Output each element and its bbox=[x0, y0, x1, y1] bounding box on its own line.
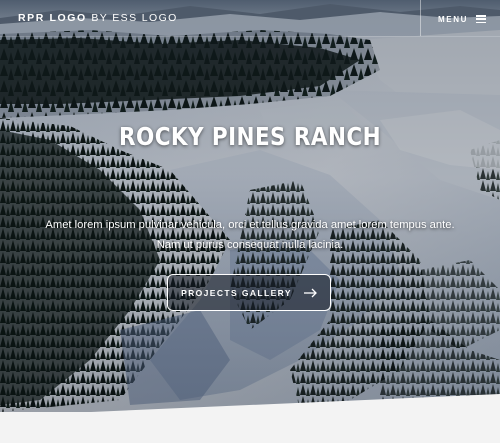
projects-gallery-label: PROJECTS GALLERY bbox=[181, 287, 292, 298]
arrow-right-icon bbox=[303, 288, 317, 297]
hero-description-line-1: Amet lorem ipsum pulvinar vehicula, orci… bbox=[45, 219, 455, 231]
hero-description-line-2: Nam ut purus consequat nulla lacinia. bbox=[156, 239, 344, 251]
logo-secondary: BY ESS LOGO bbox=[91, 12, 178, 24]
page: RPR LOGO BY ESS LOGO MENU ROCKY PINES RA… bbox=[0, 0, 500, 443]
header-bottom-rule bbox=[0, 36, 500, 37]
projects-gallery-button[interactable]: PROJECTS GALLERY bbox=[167, 274, 331, 311]
page-title: ROCKY PINES RANCH bbox=[118, 122, 382, 151]
site-logo[interactable]: RPR LOGO BY ESS LOGO bbox=[18, 12, 178, 24]
logo-primary: RPR LOGO bbox=[18, 12, 87, 24]
menu-label: MENU bbox=[438, 14, 468, 24]
hero-description: Amet lorem ipsum pulvinar vehicula, orci… bbox=[30, 215, 470, 255]
next-section bbox=[0, 412, 500, 443]
header-divider bbox=[420, 0, 421, 36]
menu-button[interactable]: MENU bbox=[438, 12, 486, 26]
site-header: RPR LOGO BY ESS LOGO MENU bbox=[0, 0, 500, 36]
hamburger-icon bbox=[475, 15, 486, 23]
